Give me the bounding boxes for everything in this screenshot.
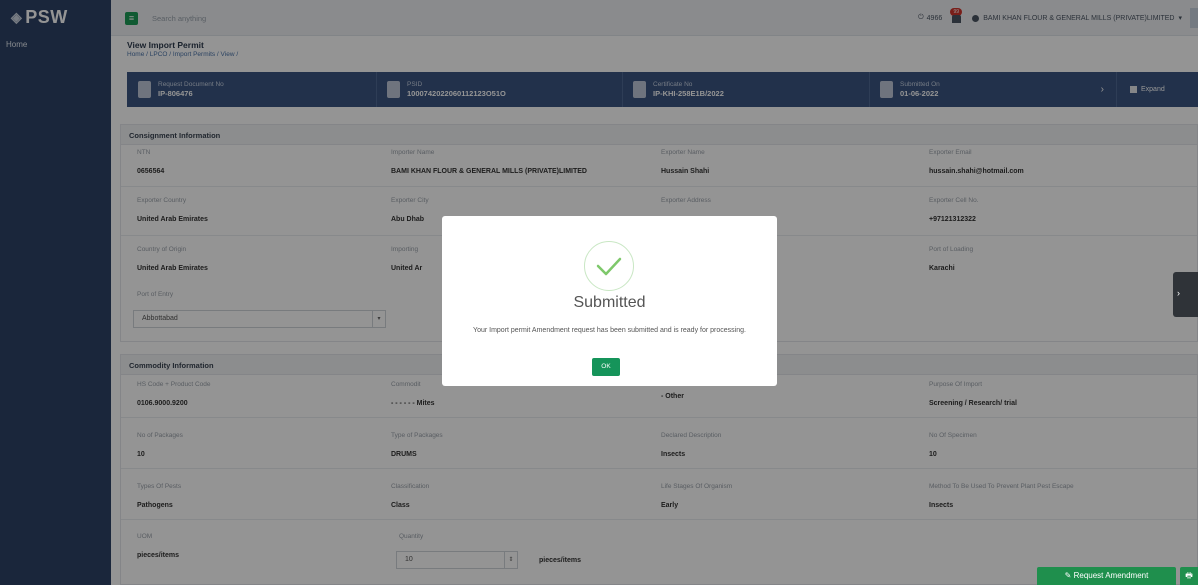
- print-icon: 🖶: [1185, 571, 1193, 580]
- dialog-message: Your Import permit Amendment request has…: [473, 327, 746, 334]
- request-amendment-button[interactable]: ✎ Request Amendment: [1037, 567, 1176, 585]
- dialog-title: Submitted: [573, 294, 646, 311]
- pencil-icon: ✎: [1064, 571, 1074, 580]
- side-panel-tab[interactable]: ›: [1173, 272, 1198, 317]
- print-button[interactable]: 🖶: [1180, 567, 1198, 585]
- request-amendment-label: Request Amendment: [1073, 571, 1149, 580]
- success-dialog: Submitted Your Import permit Amendment r…: [442, 216, 777, 386]
- ok-button[interactable]: OK: [592, 358, 620, 376]
- success-check-icon: [584, 241, 634, 291]
- chevron-right-icon: ›: [1177, 288, 1180, 298]
